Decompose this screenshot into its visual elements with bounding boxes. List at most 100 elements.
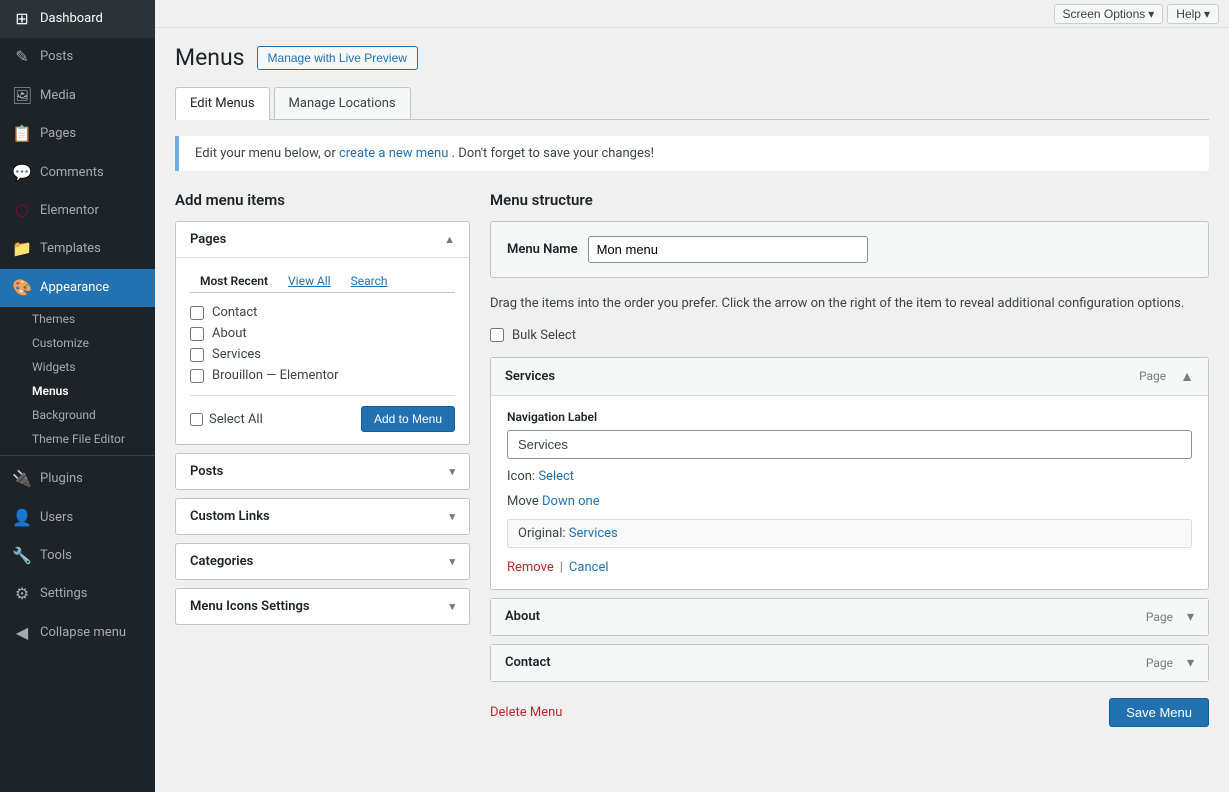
menu-name-input[interactable]: [588, 236, 868, 263]
sidebar-item-templates[interactable]: 📁 Templates: [0, 230, 155, 268]
pages-checkbox-list: Contact About Services: [190, 305, 455, 383]
services-checkbox[interactable]: [190, 348, 204, 362]
categories-accordion-header[interactable]: Categories ▾: [176, 544, 469, 579]
notice-bar: Edit your menu below, or create a new me…: [175, 136, 1209, 171]
users-icon: 👤: [12, 507, 32, 529]
bulk-select-checkbox[interactable]: [490, 328, 504, 342]
pages-accordion-header[interactable]: Pages ▲: [176, 222, 469, 257]
drag-hint: Drag the items into the order you prefer…: [490, 294, 1209, 314]
live-preview-button[interactable]: Manage with Live Preview: [257, 46, 418, 70]
two-col-layout: Add menu items Pages ▲ Most Recent View …: [175, 191, 1209, 727]
custom-links-accordion: Custom Links ▾: [175, 498, 470, 535]
posts-icon: ✎: [12, 46, 32, 68]
sidebar-sub-item-menus[interactable]: Menus: [0, 379, 155, 403]
menu-icons-accordion-header[interactable]: Menu Icons Settings ▾: [176, 589, 469, 624]
save-menu-button[interactable]: Save Menu: [1109, 698, 1209, 727]
sidebar-sub-item-background[interactable]: Background: [0, 403, 155, 427]
move-down-one-link[interactable]: Down one: [542, 494, 600, 509]
add-to-menu-button[interactable]: Add to Menu: [361, 406, 455, 432]
chevron-down-icon: ▾: [449, 510, 455, 523]
chevron-up-icon: ▲: [444, 233, 455, 246]
sidebar-item-appearance[interactable]: 🎨 Appearance: [0, 269, 155, 307]
nav-label-input[interactable]: [507, 430, 1192, 459]
select-all-checkbox[interactable]: [190, 413, 203, 426]
menu-item-about-header[interactable]: About Page ▾: [491, 599, 1208, 635]
mini-tab-view-all[interactable]: View All: [278, 270, 341, 292]
screen-options-button[interactable]: Screen Options ▾: [1054, 4, 1164, 24]
sidebar-item-pages[interactable]: 📋 Pages: [0, 115, 155, 153]
pages-mini-tabs: Most Recent View All Search: [190, 270, 455, 293]
chevron-down-icon: ▾: [1204, 7, 1210, 21]
media-icon: 🖼: [12, 85, 32, 107]
sidebar-item-users[interactable]: 👤 Users: [0, 499, 155, 537]
original-services-link[interactable]: Services: [569, 526, 618, 541]
bulk-select-row: Bulk Select: [490, 328, 1209, 343]
menu-item-contact: Contact Page ▾: [490, 644, 1209, 682]
list-item: Contact: [190, 305, 455, 320]
sidebar-item-posts[interactable]: ✎ Posts: [0, 38, 155, 76]
menu-item-toggle-icon[interactable]: ▾: [1187, 655, 1194, 671]
tools-icon: 🔧: [12, 545, 32, 567]
custom-links-accordion-header[interactable]: Custom Links ▾: [176, 499, 469, 534]
posts-accordion: Posts ▾: [175, 453, 470, 490]
menu-item-about-controls: Page ▾: [1146, 609, 1194, 625]
sidebar-sub-item-theme-file-editor[interactable]: Theme File Editor: [0, 427, 155, 451]
sidebar-item-comments[interactable]: 💬 Comments: [0, 154, 155, 192]
sidebar-item-collapse[interactable]: ◀ Collapse menu: [0, 614, 155, 652]
sidebar-sub-item-themes[interactable]: Themes: [0, 307, 155, 331]
page-header: Menus Manage with Live Preview: [175, 44, 1209, 71]
sidebar-item-media[interactable]: 🖼 Media: [0, 77, 155, 115]
sidebar-item-elementor[interactable]: ⬡ Elementor: [0, 192, 155, 230]
tab-manage-locations[interactable]: Manage Locations: [274, 87, 411, 119]
pages-icon: 📋: [12, 123, 32, 145]
chevron-down-icon: ▾: [449, 600, 455, 613]
menu-item-about: About Page ▾: [490, 598, 1209, 636]
main-area: Screen Options ▾ Help ▾ Menus Manage wit…: [155, 0, 1229, 792]
brouillon-checkbox[interactable]: [190, 369, 204, 383]
help-button[interactable]: Help ▾: [1167, 4, 1219, 24]
original-row: Original: Services: [507, 519, 1192, 548]
sidebar-item-plugins[interactable]: 🔌 Plugins: [0, 460, 155, 498]
create-new-menu-link[interactable]: create a new menu: [339, 146, 448, 161]
dashboard-icon: ⊞: [12, 8, 32, 30]
menu-item-toggle-icon[interactable]: ▾: [1187, 609, 1194, 625]
tab-edit-menus[interactable]: Edit Menus: [175, 87, 270, 120]
remove-link[interactable]: Remove: [507, 560, 554, 575]
settings-icon: ⚙: [12, 583, 32, 605]
mini-tab-most-recent[interactable]: Most Recent: [190, 270, 278, 292]
comments-icon: 💬: [12, 162, 32, 184]
menu-item-services-header[interactable]: Services Page ▲: [491, 358, 1208, 395]
elementor-icon: ⬡: [12, 200, 32, 222]
contact-checkbox[interactable]: [190, 306, 204, 320]
menu-icons-accordion: Menu Icons Settings ▾: [175, 588, 470, 625]
menu-item-contact-header[interactable]: Contact Page ▾: [491, 645, 1208, 681]
chevron-down-icon: ▾: [1148, 7, 1154, 21]
select-all-wrap: Select All: [190, 412, 263, 427]
bottom-actions: Delete Menu Save Menu: [490, 698, 1209, 727]
mini-tab-search[interactable]: Search: [341, 270, 398, 292]
icon-select-link[interactable]: Select: [538, 469, 574, 484]
menu-item-services: Services Page ▲ Navigation Label Icon: S…: [490, 357, 1209, 590]
sidebar-sub-item-widgets[interactable]: Widgets: [0, 355, 155, 379]
sidebar-item-dashboard[interactable]: ⊞ Dashboard: [0, 0, 155, 38]
about-checkbox[interactable]: [190, 327, 204, 341]
chevron-down-icon: ▾: [449, 555, 455, 568]
sidebar-divider: [0, 455, 155, 456]
categories-accordion: Categories ▾: [175, 543, 470, 580]
nav-label-label: Navigation Label: [507, 410, 1192, 424]
sidebar-sub-item-customize[interactable]: Customize: [0, 331, 155, 355]
sidebar: ⊞ Dashboard ✎ Posts 🖼 Media 📋 Pages 💬 Co…: [0, 0, 155, 792]
delete-menu-link[interactable]: Delete Menu: [490, 705, 562, 720]
posts-accordion-header[interactable]: Posts ▾: [176, 454, 469, 489]
pages-accordion: Pages ▲ Most Recent View All Search C: [175, 221, 470, 445]
sidebar-item-tools[interactable]: 🔧 Tools: [0, 537, 155, 575]
plugins-icon: 🔌: [12, 468, 32, 490]
menu-structure-title: Menu structure: [490, 191, 1209, 209]
sidebar-item-settings[interactable]: ⚙ Settings: [0, 575, 155, 613]
page-title: Menus: [175, 44, 245, 71]
cancel-link[interactable]: Cancel: [569, 560, 609, 575]
menus-tabs: Edit Menus Manage Locations: [175, 87, 1209, 120]
list-item: Services: [190, 347, 455, 362]
menu-item-toggle-icon[interactable]: ▲: [1180, 368, 1194, 385]
chevron-down-icon: ▾: [449, 465, 455, 478]
